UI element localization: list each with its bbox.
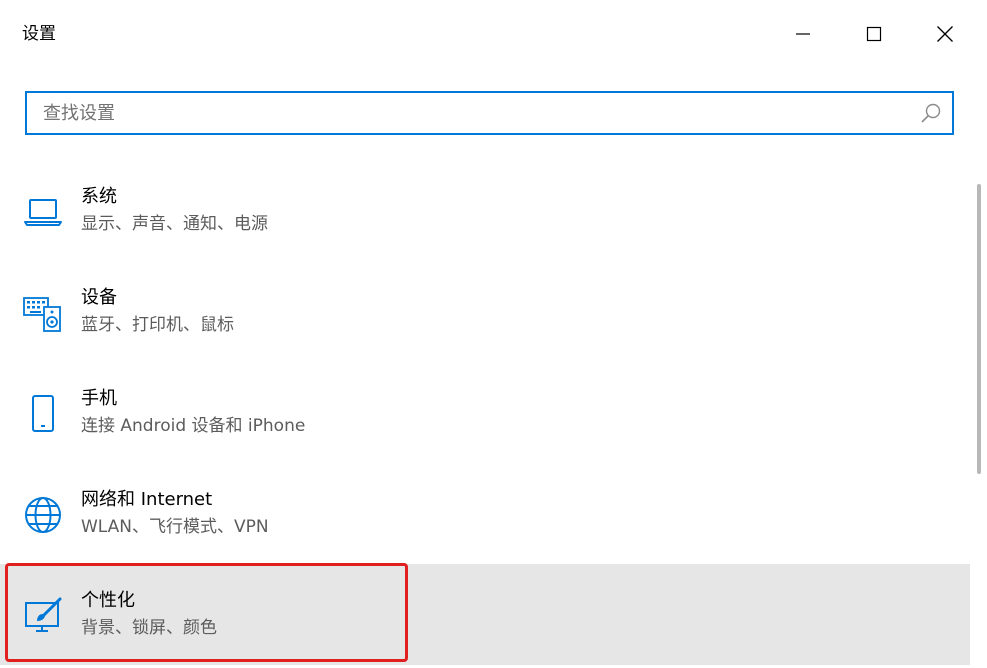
search-input[interactable] [43, 93, 903, 133]
window-title: 设置 [22, 24, 56, 44]
maximize-icon [866, 26, 882, 42]
devices-icon [22, 292, 64, 334]
category-devices[interactable]: 设备 蓝牙、打印机、鼠标 [0, 261, 970, 362]
globe-icon [22, 494, 64, 536]
minimize-icon [796, 33, 810, 35]
category-title: 个性化 [81, 590, 135, 611]
laptop-icon [22, 191, 64, 233]
category-description: 连接 Android 设备和 iPhone [81, 416, 306, 436]
category-phone[interactable]: 手机 连接 Android 设备和 iPhone [0, 362, 970, 463]
scrollbar-thumb[interactable] [977, 184, 981, 474]
category-title: 设备 [81, 287, 117, 308]
minimize-button[interactable] [780, 12, 826, 56]
title-bar: 设置 [0, 0, 987, 68]
maximize-button[interactable] [851, 12, 897, 56]
category-description: 背景、锁屏、颜色 [81, 618, 217, 638]
close-button[interactable] [922, 12, 968, 56]
category-description: 蓝牙、打印机、鼠标 [81, 315, 234, 335]
search-box[interactable] [25, 91, 954, 135]
category-description: 显示、声音、通知、电源 [81, 214, 268, 234]
category-personalization[interactable]: 个性化 背景、锁屏、颜色 [0, 564, 970, 665]
category-description: WLAN、飞行模式、VPN [81, 517, 269, 537]
settings-category-list: 系统 显示、声音、通知、电源 设备 蓝牙、打印机、鼠标 手机 连接 Androi… [0, 160, 970, 668]
category-title: 手机 [81, 388, 117, 409]
category-title: 系统 [81, 186, 117, 207]
category-system[interactable]: 系统 显示、声音、通知、电源 [0, 160, 970, 261]
search-icon[interactable] [920, 102, 942, 124]
close-icon [937, 26, 953, 42]
personalization-icon [22, 595, 64, 637]
phone-icon [22, 393, 64, 435]
category-title: 网络和 Internet [81, 489, 213, 510]
category-network[interactable]: 网络和 Internet WLAN、飞行模式、VPN [0, 463, 970, 564]
